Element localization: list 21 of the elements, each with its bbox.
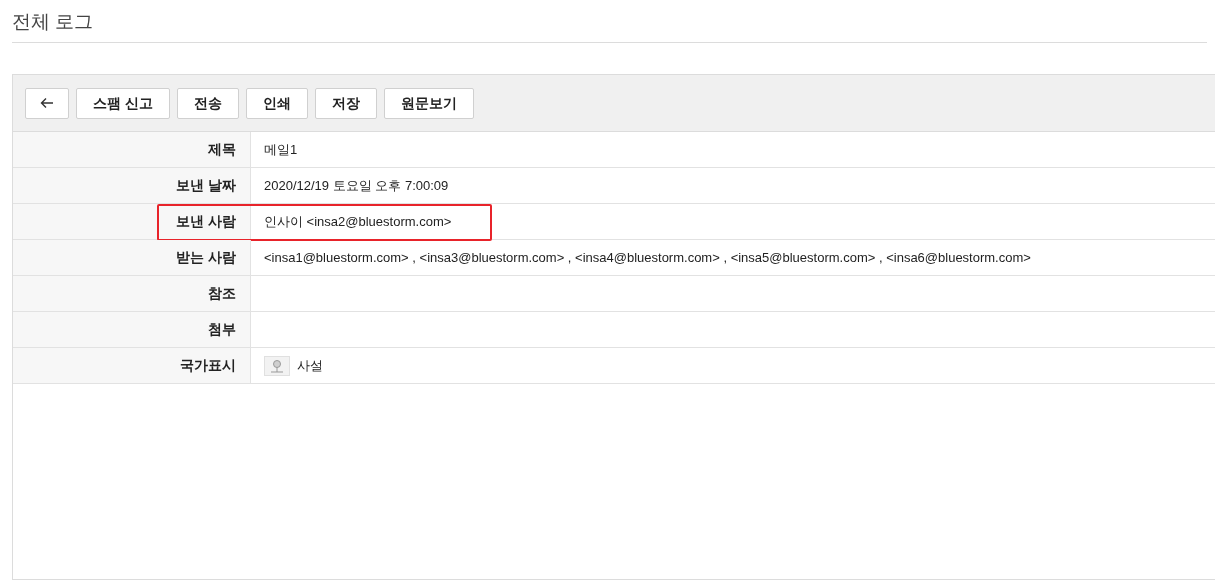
field-value: 메일1 xyxy=(264,140,298,159)
field-value: 인사이 <insa2@bluestorm.com> xyxy=(264,212,452,231)
field-label: 첨부 xyxy=(13,312,251,347)
field-label: 제목 xyxy=(13,132,251,167)
field-label: 국가표시 xyxy=(13,348,251,383)
page-title: 전체 로그 xyxy=(12,10,95,34)
toolbar-button[interactable]: 스팸 신고 xyxy=(76,87,170,119)
location-pin-icon xyxy=(264,355,290,376)
field-value: 2020/12/19 토요일 오후 7:00:09 xyxy=(264,176,449,195)
field-label: 받는 사람 xyxy=(13,240,251,275)
field-label: 보낸 사람 xyxy=(13,204,251,239)
toolbar-button[interactable]: 인쇄 xyxy=(245,87,308,119)
field-value: <insa1@bluestorm.com> , <insa3@bluestorm.com> , <insa4@bluestorm.com> , <insa5@bluestorm.com> , <insa6@bluestorm.com> xyxy=(264,248,1031,267)
field-label: 참조 xyxy=(13,276,251,311)
back-arrow-icon xyxy=(40,97,54,109)
toolbar-button[interactable]: 저장 xyxy=(314,87,377,119)
field-value: 사설 xyxy=(297,356,323,375)
toolbar-button[interactable]: 원문보기 xyxy=(383,87,474,119)
toolbar-button[interactable]: 전송 xyxy=(176,87,239,119)
back-button[interactable] xyxy=(25,87,69,119)
field-label: 보낸 날짜 xyxy=(13,168,251,203)
